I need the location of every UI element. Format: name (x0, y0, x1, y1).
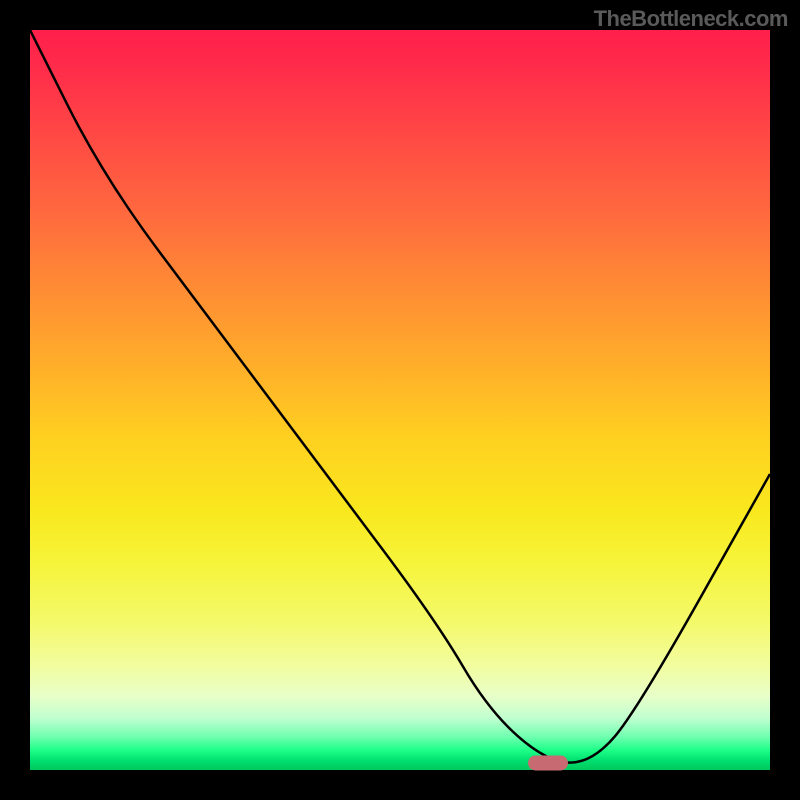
curve-svg (30, 30, 770, 770)
optimal-marker (528, 755, 568, 770)
watermark-text: TheBottleneck.com (594, 6, 788, 32)
plot-area (30, 30, 770, 770)
bottleneck-curve (30, 30, 770, 763)
